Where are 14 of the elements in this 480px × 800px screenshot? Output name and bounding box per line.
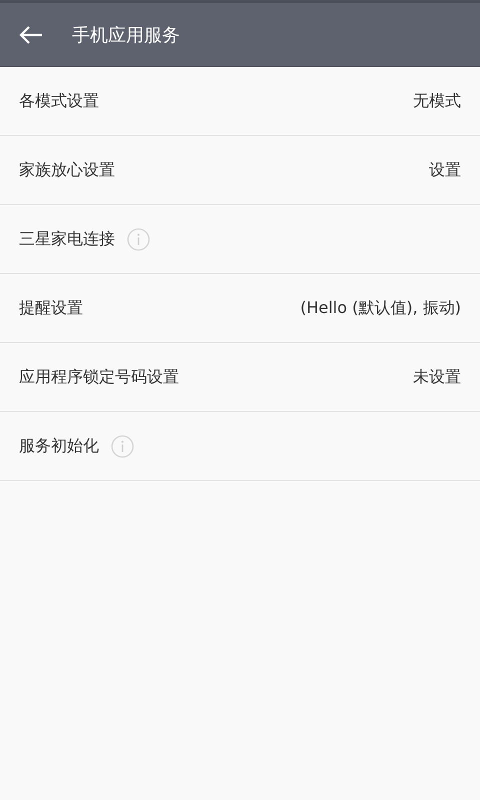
item-label: 服务初始化 bbox=[19, 436, 99, 456]
page-title: 手机应用服务 bbox=[72, 24, 180, 46]
item-value: (Hello (默认值), 振动) bbox=[300, 298, 461, 318]
info-icon[interactable] bbox=[127, 228, 150, 250]
item-label: 三星家电连接 bbox=[19, 228, 115, 250]
item-value: 设置 bbox=[429, 160, 461, 180]
item-label: 各模式设置 bbox=[19, 90, 99, 112]
item-value: 无模式 bbox=[413, 90, 461, 112]
info-icon[interactable] bbox=[111, 434, 134, 458]
item-value: 未设置 bbox=[413, 366, 461, 388]
back-button[interactable] bbox=[18, 24, 44, 44]
item-label: 应用程序锁定号码设置 bbox=[19, 366, 179, 388]
item-label: 家族放心设置 bbox=[19, 160, 115, 180]
item-label: 提醒设置 bbox=[19, 298, 83, 318]
